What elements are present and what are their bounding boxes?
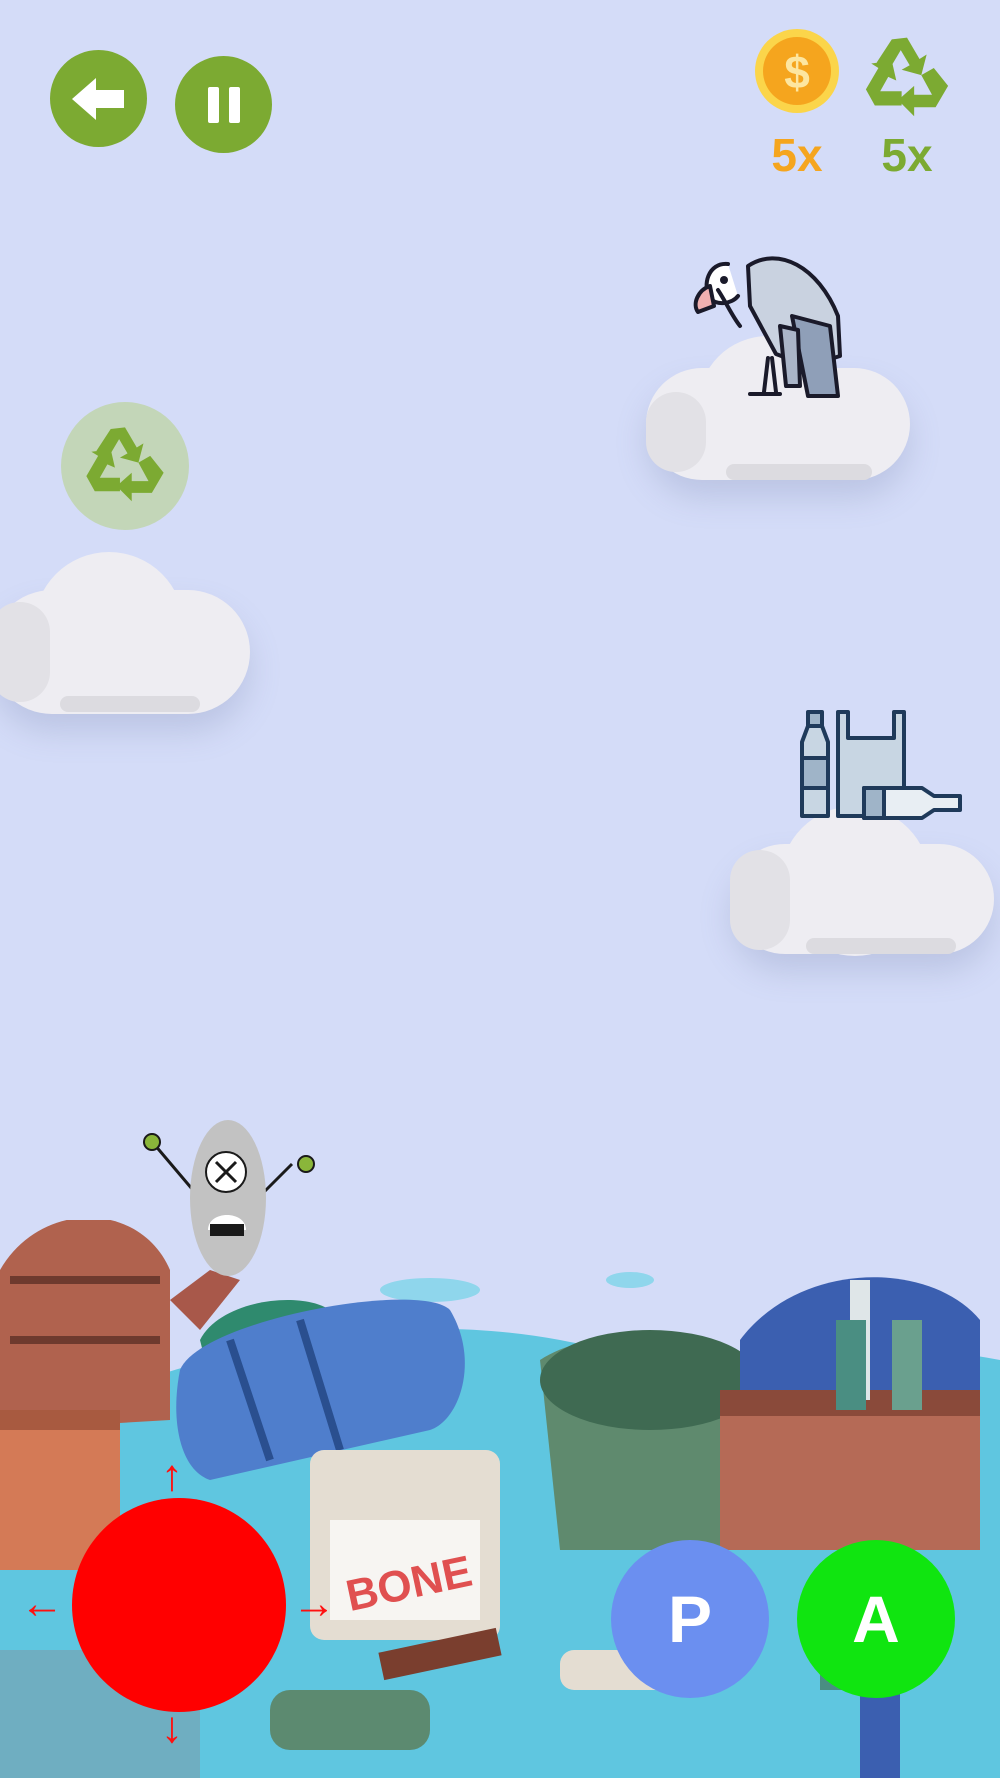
robot-character [138,1120,318,1280]
joystick-right-arrow-icon: → [292,1579,336,1628]
coin-count: 5x [771,129,823,181]
dollar-coin-icon: $ [755,29,839,113]
vulture-icon [693,256,842,398]
pause-icon [207,86,240,123]
a-button[interactable]: A [797,1540,955,1698]
joystick-left-arrow-icon: ← [20,1579,64,1628]
cloud-platform-left [0,552,250,714]
p-button[interactable]: P [611,1540,769,1698]
recycle-token-icon [61,402,189,530]
back-button[interactable] [50,50,147,147]
joystick-up-arrow-icon: ↑ [161,1451,183,1500]
pause-button[interactable] [175,56,272,153]
joystick-knob[interactable] [72,1498,286,1712]
cloud-platform-right [730,806,994,956]
joystick-down-arrow-icon: ↓ [161,1703,183,1752]
plastic-trash-icon [800,710,962,820]
p-button-label: P [667,1582,713,1656]
a-button-label: A [852,1582,900,1656]
recycle-icon [865,37,949,117]
recycle-count: 5x [881,129,933,181]
joystick[interactable]: ↑ ↓ ← → [20,1454,338,1754]
back-arrow-icon [71,77,124,120]
svg-text:$: $ [784,46,810,98]
